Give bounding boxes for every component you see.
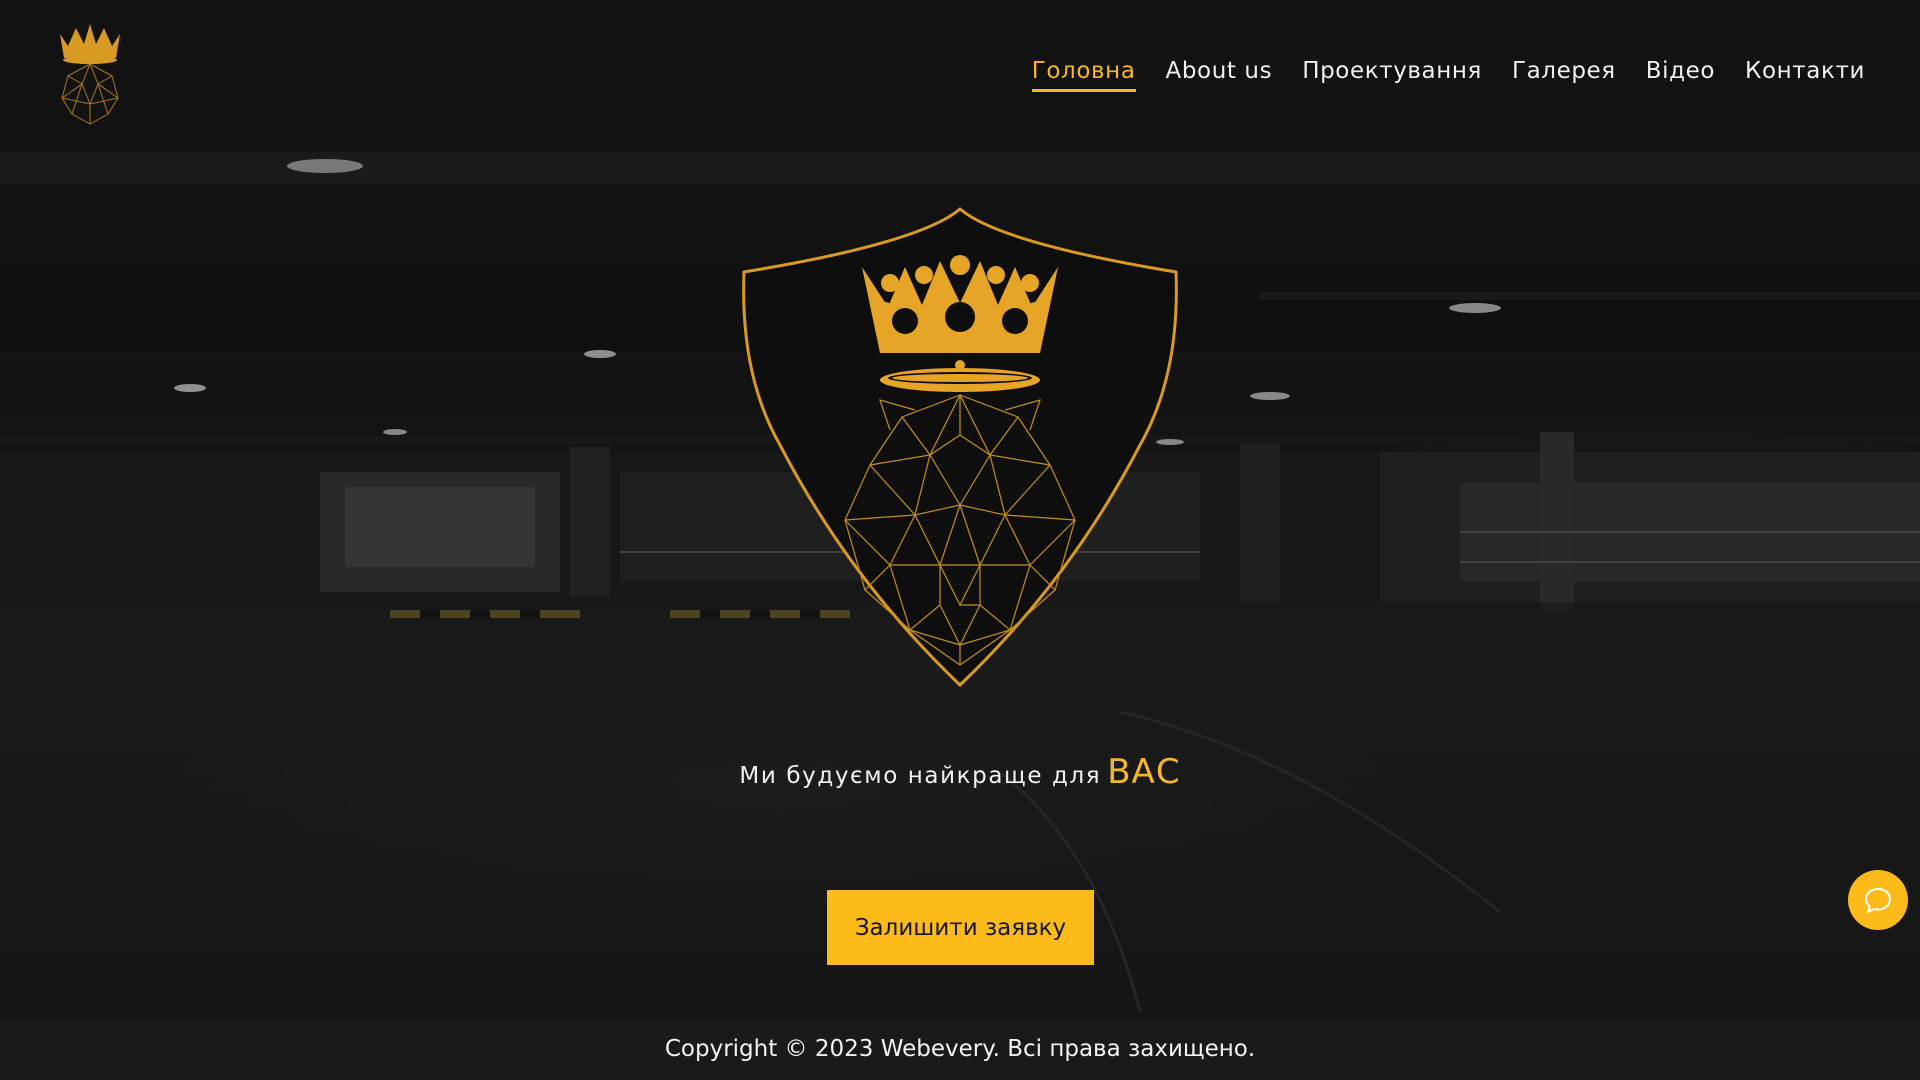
nav-item-contacts[interactable]: Контакти <box>1745 58 1865 89</box>
tagline-accent: ВАС <box>1107 752 1181 792</box>
footer-brand-link[interactable]: Webevery <box>881 1036 993 1062</box>
page: Головна About us Проектування Галерея Ві… <box>0 0 1920 1080</box>
leave-request-button[interactable]: Залишити заявку <box>827 890 1094 965</box>
site-header: Головна About us Проектування Галерея Ві… <box>0 0 1920 152</box>
tagline-text: Ми будуємо найкраще для <box>739 763 1102 789</box>
shield-crown-lion-icon <box>740 205 1180 689</box>
copyright-rights: . Всі права захищено. <box>992 1036 1256 1062</box>
nav-item-home[interactable]: Головна <box>1031 58 1136 92</box>
nav-item-video[interactable]: Відео <box>1646 58 1715 89</box>
chat-button[interactable] <box>1848 870 1908 930</box>
site-footer: Copyright © 2023 Webevery. Всі права зах… <box>0 1020 1920 1080</box>
copyright-text: Copyright © 2023 Webevery. Всі права зах… <box>0 1036 1920 1062</box>
nav-item-design[interactable]: Проектування <box>1302 58 1482 89</box>
hero-tagline: Ми будуємо найкраще для ВАС <box>0 752 1920 792</box>
nav-item-gallery[interactable]: Галерея <box>1512 58 1616 89</box>
copyright-prefix: Copyright © 2023 <box>664 1036 874 1062</box>
nav-item-about[interactable]: About us <box>1166 58 1273 89</box>
main-navigation: Головна About us Проектування Галерея Ві… <box>1031 58 1865 92</box>
crown-lion-logo-icon[interactable] <box>52 20 128 128</box>
chat-bubble-icon <box>1865 888 1891 913</box>
